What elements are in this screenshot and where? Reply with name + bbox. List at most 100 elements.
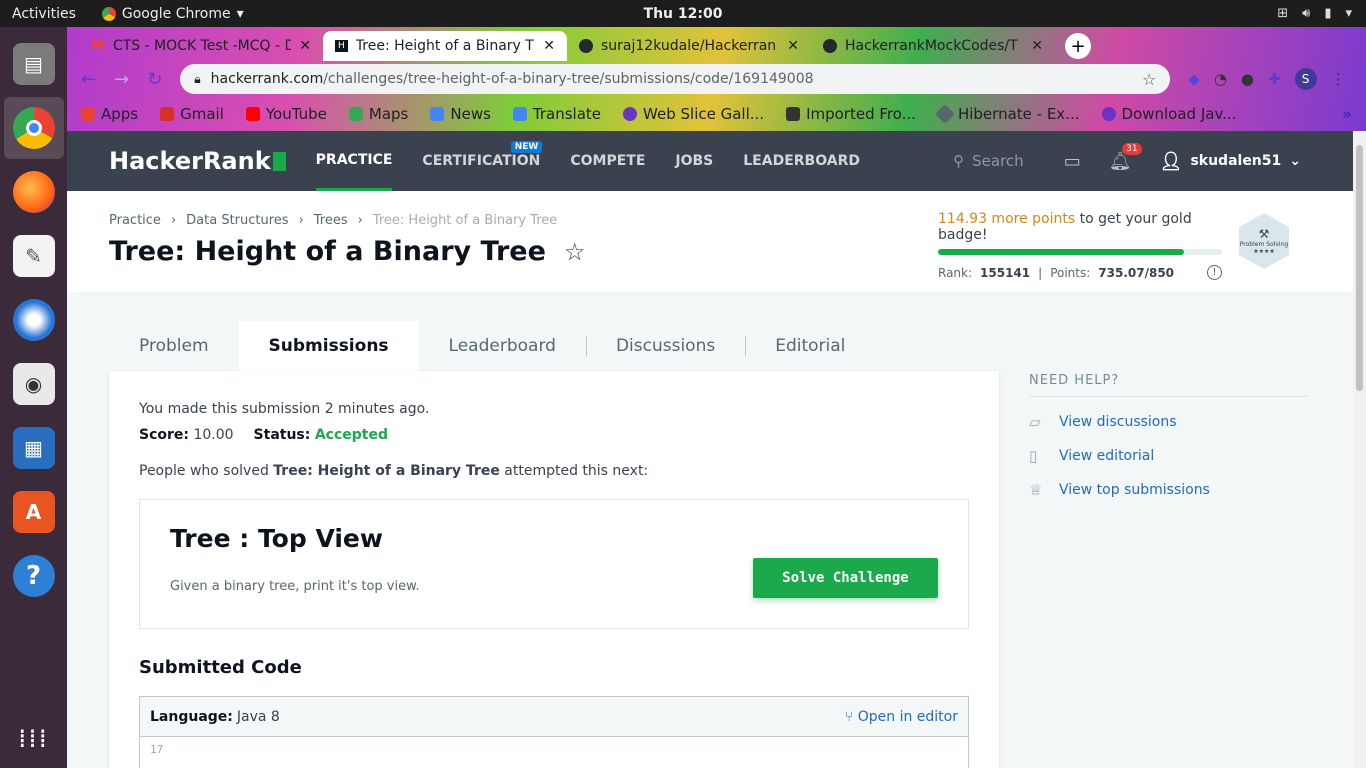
tab-label: Editorial [775,336,846,356]
hackerrank-navbar: HackerRank PRACTICE CERTIFICATION NEW COM… [67,131,1353,191]
close-icon[interactable]: ✕ [543,38,555,54]
dock-software[interactable]: A [4,481,64,543]
bookmark-web-slice[interactable]: Web Slice Gall... [623,105,764,123]
user-menu[interactable]: 👤︎ skudalen51 ⌄ [1160,151,1301,172]
show-apps-icon[interactable]: ⁞⁞⁞ [18,724,49,754]
lock-icon: 🔒︎ [194,71,201,86]
tab-editorial[interactable]: Editorial [745,321,875,371]
view-discussions-link[interactable]: ▱ View discussions [1029,413,1309,431]
browser-tab[interactable]: M CTS - MOCK Test -MCQ - D ✕ [79,31,323,61]
forward-arrow-icon[interactable]: → [114,69,129,90]
status: Status: Accepted [254,427,388,443]
browser-chrome: M CTS - MOCK Test -MCQ - D ✕ H Tree: Hei… [67,27,1366,131]
scrollbar-thumb[interactable] [1356,145,1363,391]
dock-rhythmbox[interactable]: ◉ [4,353,64,415]
address-bar[interactable]: 🔒︎ hackerrank.com/challenges/tree-height… [180,64,1171,94]
bookmark-news[interactable]: News [430,105,491,123]
tab-label: Discussions [615,336,716,356]
breadcrumb-trees[interactable]: Trees [314,213,348,228]
nav-label: LEADERBOARD [743,153,860,169]
bookmarks-overflow[interactable]: » [1342,105,1352,123]
solve-challenge-button[interactable]: Solve Challenge [753,558,938,598]
badge-progress-fill [938,249,1184,255]
dock-text-editor[interactable]: ✎ [4,225,64,287]
extension-icon[interactable]: ● [1241,70,1254,88]
notification-count: 31 [1122,142,1142,155]
logo-text: HackerRank [109,147,271,175]
hackerrank-logo[interactable]: HackerRank [109,147,286,175]
view-top-submissions-link[interactable]: ♕ View top submissions [1029,481,1309,499]
submitted-code-heading: Submitted Code [139,657,302,678]
language-value: Java 8 [236,708,280,725]
bookmark-imported[interactable]: Imported Fro... [786,105,916,123]
tab-discussions[interactable]: Discussions [585,321,745,371]
back-arrow-icon[interactable]: ← [81,69,96,90]
book-icon: ▯ [1029,447,1038,465]
nav-compete[interactable]: COMPETE [570,131,645,191]
dock-files[interactable]: ▤ [4,33,64,95]
bookmark-label: YouTube [265,105,327,123]
messages-icon[interactable]: ▭ [1064,151,1081,172]
search-input[interactable]: ⚲ Search [953,152,1024,170]
open-in-editor-link[interactable]: ⑂ Open in editor [845,709,958,725]
tab-problem[interactable]: Problem [109,321,239,371]
close-icon[interactable]: ✕ [787,38,799,54]
tab-leaderboard[interactable]: Leaderboard [419,321,586,371]
points-label: Points: [1050,265,1091,280]
system-tray[interactable]: ⊞ 🔊︎ ▮ ▾ [1277,6,1352,21]
bookmark-maps[interactable]: Maps [348,105,408,123]
firefox-icon [12,171,55,213]
kebab-menu-icon[interactable]: ⋮ [1331,70,1346,88]
bookmark-star-icon[interactable]: ☆ [1142,70,1156,89]
bookmark-gmail[interactable]: Gmail [160,105,224,123]
page-scrollbar[interactable] [1353,131,1366,768]
view-editorial-link[interactable]: ▯ View editorial [1029,447,1309,465]
recommended-title[interactable]: Tree : Top View [170,524,938,553]
tab-submissions[interactable]: Submissions [238,321,419,371]
breadcrumb-data-structures[interactable]: Data Structures [186,213,288,228]
line-number: 17 [150,743,164,756]
bookmark-download-java[interactable]: Download Jav... [1101,105,1236,123]
nav-jobs[interactable]: JOBS [675,131,713,191]
bookmark-apps[interactable]: Apps [81,105,138,123]
chevron-down-icon: ▾ [1345,6,1352,21]
bookmark-hibernate[interactable]: Hibernate - Ex... [935,104,1080,124]
nav-certification[interactable]: CERTIFICATION NEW [422,131,543,191]
bookmark-translate[interactable]: Translate [512,105,601,123]
speedometer-icon[interactable]: ◔ [1214,70,1227,88]
dock-help[interactable]: ? [4,545,64,607]
close-icon[interactable]: ✕ [1031,38,1043,54]
notifications-button[interactable]: 🔔︎ 31 [1109,142,1142,172]
bookmark-star-icon[interactable]: ☆ [564,238,586,266]
points-value: 735.07/850 [1098,265,1175,280]
dock-chrome[interactable] [3,97,64,159]
browser-tab-active[interactable]: H Tree: Height of a Binary T ✕ [323,31,567,61]
app-menu[interactable]: Google Chrome ▾ [101,6,244,22]
puzzle-icon[interactable]: ✚ [1268,70,1281,88]
nav-leaderboard[interactable]: LEADERBOARD [743,131,860,191]
dock-thunderbird[interactable] [4,289,64,351]
profile-avatar[interactable]: S [1294,68,1317,90]
badge-progress: 114.93 more points to get your gold badg… [938,211,1222,280]
activities-button[interactable]: Activities [0,6,88,22]
browser-toolbar: ← → ↻ 🔒︎ hackerrank.com/challenges/tree-… [67,61,1366,97]
browser-tab[interactable]: HackerrankMockCodes/T ✕ [811,31,1055,61]
network-icon: ⊞ [1277,6,1289,21]
translate-extension-icon[interactable]: ◆ [1188,70,1200,88]
browser-tab[interactable]: suraj12kudale/Hackerran ✕ [567,31,811,61]
info-icon[interactable]: ! [1207,265,1222,280]
bookmark-label: Gmail [180,105,224,123]
dock-firefox[interactable] [4,161,64,223]
breadcrumb-practice[interactable]: Practice [109,213,161,228]
reload-icon[interactable]: ↻ [147,69,162,90]
nav-practice[interactable]: PRACTICE [315,131,393,191]
github-icon [823,39,837,53]
gmail-icon: M [91,38,105,54]
bookmark-youtube[interactable]: YouTube [245,105,327,123]
next-prefix: People who solved [139,463,274,479]
dock-writer[interactable]: ▦ [4,417,64,479]
new-tab-button[interactable]: + [1065,33,1091,59]
close-icon[interactable]: ✕ [299,38,311,54]
badge-glyph-icon: ⚒ [1258,227,1270,241]
clock[interactable]: Thu 12:00 [644,6,723,22]
